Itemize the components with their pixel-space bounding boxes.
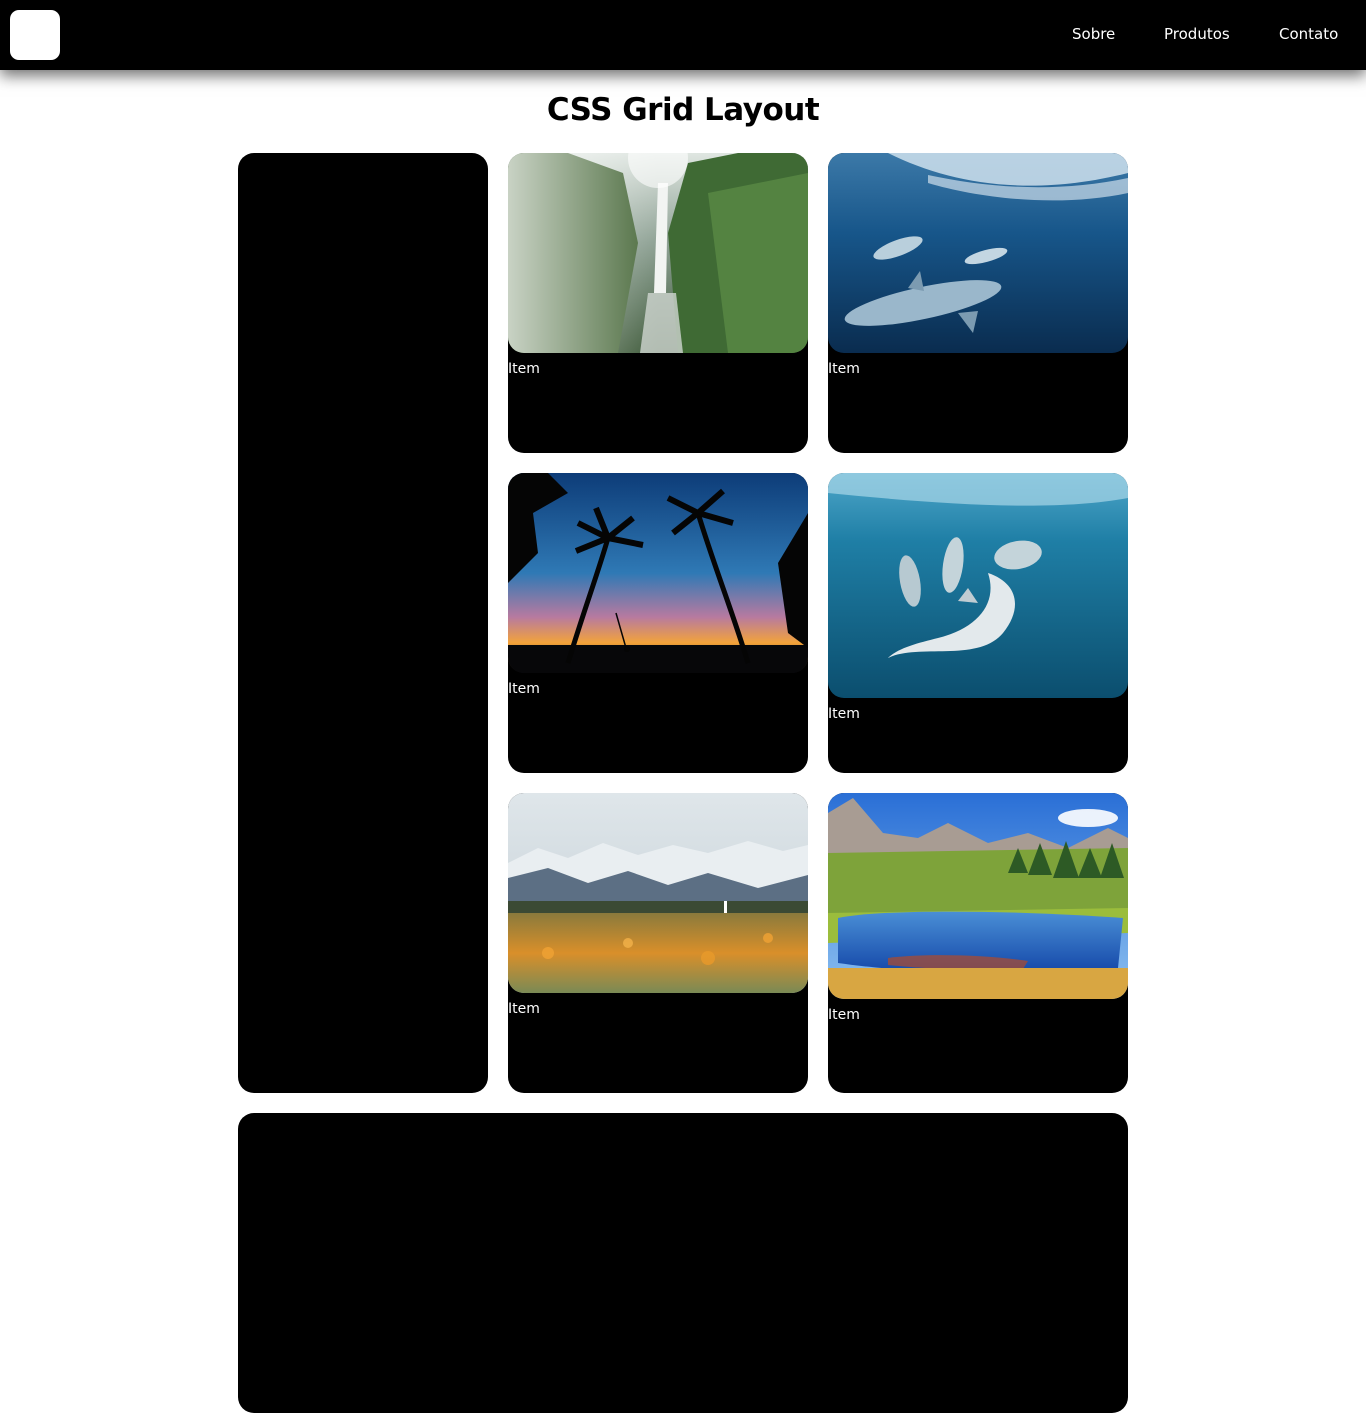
logo[interactable] (10, 10, 60, 60)
grid-item-caption: Item (817, 1007, 860, 1023)
grid-item-5[interactable]: Item (497, 793, 808, 1093)
dolphins-image (828, 153, 1128, 353)
navbar: Sobre Produtos Contato (0, 0, 1366, 70)
dolphin-pod-image (828, 473, 1128, 698)
grid-item-caption: Item (497, 681, 540, 697)
waterfall-image (508, 153, 808, 353)
sidebar-block (238, 153, 488, 1093)
grid-item-caption: Item (497, 1001, 540, 1017)
grid-item-3[interactable]: Item (497, 473, 808, 773)
grid-item-6[interactable]: Item (817, 793, 1128, 1093)
grid-item-caption: Item (817, 361, 860, 377)
nav-link-contato[interactable]: Contato (1279, 24, 1338, 44)
grid-item-caption: Item (817, 706, 860, 722)
footer-block (238, 1113, 1128, 1413)
nav-link-produtos[interactable]: Produtos (1164, 24, 1230, 44)
page-title: CSS Grid Layout (546, 92, 820, 128)
alpine-lake-image (828, 793, 1128, 999)
grid-item-caption: Item (497, 361, 540, 377)
grid-item-1[interactable]: Item (497, 153, 808, 453)
grid-item-4[interactable]: Item (817, 473, 1128, 773)
mountain-flowers-image (508, 793, 808, 993)
nav-link-sobre[interactable]: Sobre (1072, 24, 1115, 44)
grid-item-2[interactable]: Item (817, 153, 1128, 453)
palm-sunset-image (508, 473, 808, 673)
